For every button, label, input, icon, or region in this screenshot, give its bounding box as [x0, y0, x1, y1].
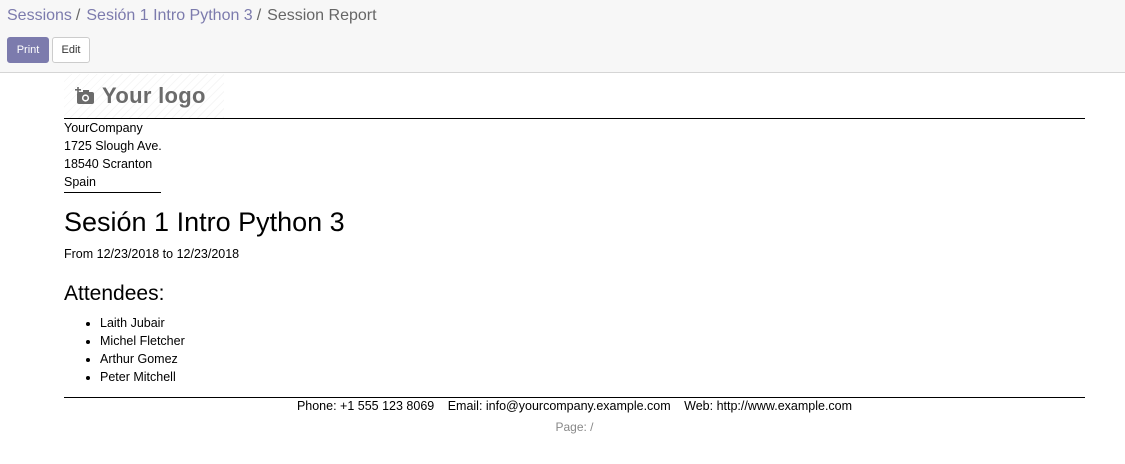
- company-logo: Your logo: [64, 74, 224, 118]
- camera-plus-icon: [75, 87, 94, 104]
- attendees-heading: Attendees:: [64, 282, 165, 305]
- footer-divider: [64, 397, 1085, 398]
- attendees-list: Laith Jubair Michel Fletcher Arthur Gome…: [64, 314, 185, 386]
- company-country: Spain: [64, 175, 96, 189]
- footer-email: Email: info@yourcompany.example.com: [447, 399, 671, 413]
- attendee-item: Laith Jubair: [100, 314, 185, 332]
- breadcrumb-separator: /: [75, 7, 81, 24]
- header-divider: [64, 118, 1085, 119]
- breadcrumb: Sessions / Sesión 1 Intro Python 3/Session…: [7, 6, 377, 26]
- attendee-item: Michel Fletcher: [100, 332, 185, 350]
- company-city: 18540 Scranton: [64, 157, 153, 171]
- breadcrumb-item-sessions[interactable]: Sessions: [7, 7, 72, 24]
- edit-button[interactable]: Edit: [52, 37, 90, 63]
- footer-web: Web: http://www.example.com: [684, 399, 853, 413]
- footer-page-number: Page: /: [555, 420, 594, 434]
- company-address: YourCompany 1725 Slough Ave. 18540 Scran…: [64, 119, 162, 193]
- breadcrumb-current: Session Report: [267, 7, 377, 24]
- print-button[interactable]: Print: [7, 37, 49, 63]
- session-dates: From 12/23/2018 to 12/23/2018: [64, 247, 240, 261]
- footer-contact: Phone: +1 555 123 8069 Email: info@yourc…: [64, 399, 1085, 413]
- footer-phone: Phone: +1 555 123 8069: [296, 399, 435, 413]
- company-name: YourCompany: [64, 121, 143, 135]
- attendee-item: Peter Mitchell: [100, 368, 185, 386]
- company-street: 1725 Slough Ave.: [64, 139, 162, 153]
- breadcrumb-separator: /: [256, 7, 262, 24]
- logo-text: Your logo: [102, 83, 206, 108]
- control-panel: Sessions / Sesión 1 Intro Python 3/Session…: [0, 0, 1125, 73]
- breadcrumb-item-session[interactable]: Sesión 1 Intro Python 3: [86, 7, 252, 24]
- attendee-item: Arthur Gomez: [100, 350, 185, 368]
- session-title: Sesión 1 Intro Python 3: [64, 207, 345, 237]
